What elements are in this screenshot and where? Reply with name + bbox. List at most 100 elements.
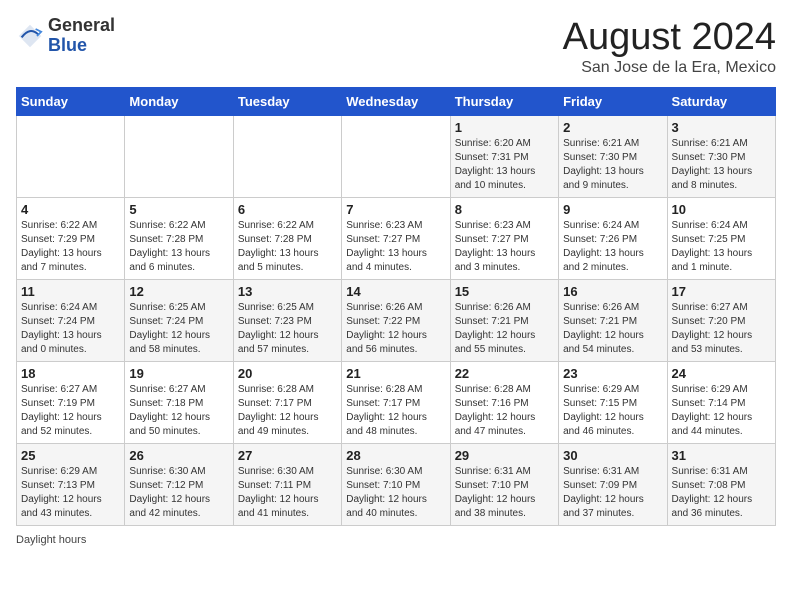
day-header-monday: Monday: [125, 88, 233, 116]
day-number: 25: [21, 448, 120, 463]
day-number: 27: [238, 448, 337, 463]
calendar-cell: 24Sunrise: 6:29 AM Sunset: 7:14 PM Dayli…: [667, 362, 775, 444]
calendar-cell: 5 Sunrise: 6:22 AM Sunset: 7:28 PM Daylig…: [125, 198, 233, 280]
day-number: 29: [455, 448, 554, 463]
calendar-cell: 30 Sunrise: 6:31 AM Sunset: 7:09 PM Dayli…: [559, 444, 667, 526]
title-area: August 2024 San Jose de la Era, Mexico: [563, 16, 776, 77]
day-number: 2: [563, 120, 662, 135]
calendar-cell: 31 Sunrise: 6:31 AM Sunset: 7:08 PM Dayli…: [667, 444, 775, 526]
day-info: Sunrise: 6:22 AM Sunset: 7:28 PM Dayligh…: [238, 219, 337, 275]
day-info: Sunrise: 6:25 AM Sunset: 7:24 PM Dayligh…: [129, 301, 228, 357]
day-info: Sunrise: 6:31 AM Sunset: 7:08 PM Dayligh…: [672, 465, 771, 521]
day-info: Sunrise: 6:24 AM Sunset: 7:25 PM Dayligh…: [672, 219, 771, 275]
day-info: Sunrise: 6:28 AM Sunset: 7:17 PM Dayligh…: [346, 383, 445, 439]
day-info: Sunrise: 6:26 AM Sunset: 7:21 PM Dayligh…: [455, 301, 554, 357]
day-number: 7: [346, 202, 445, 217]
calendar-cell: [342, 116, 450, 198]
calendar-cell: 28 Sunrise: 6:30 AM Sunset: 7:10 PM Dayli…: [342, 444, 450, 526]
calendar-cell: 13 Sunrise: 6:25 AM Sunset: 7:23 PM Dayli…: [233, 280, 341, 362]
day-number: 9: [563, 202, 662, 217]
day-header-friday: Friday: [559, 88, 667, 116]
logo: General Blue: [16, 16, 115, 56]
day-info: Sunrise: 6:30 AM Sunset: 7:12 PM Dayligh…: [129, 465, 228, 521]
calendar-cell: 6 Sunrise: 6:22 AM Sunset: 7:28 PM Daylig…: [233, 198, 341, 280]
calendar-cell: [125, 116, 233, 198]
calendar-cell: 12Sunrise: 6:25 AM Sunset: 7:24 PM Dayli…: [125, 280, 233, 362]
day-number: 13: [238, 284, 337, 299]
calendar-cell: 9 Sunrise: 6:24 AM Sunset: 7:26 PM Daylig…: [559, 198, 667, 280]
day-info: Sunrise: 6:26 AM Sunset: 7:21 PM Dayligh…: [563, 301, 662, 357]
calendar-cell: 14Sunrise: 6:26 AM Sunset: 7:22 PM Dayli…: [342, 280, 450, 362]
day-header-sunday: Sunday: [17, 88, 125, 116]
calendar-header-row: SundayMondayTuesdayWednesdayThursdayFrid…: [17, 88, 776, 116]
day-number: 1: [455, 120, 554, 135]
day-info: Sunrise: 6:22 AM Sunset: 7:28 PM Dayligh…: [129, 219, 228, 275]
day-number: 30: [563, 448, 662, 463]
calendar-cell: 18 Sunrise: 6:27 AM Sunset: 7:19 PM Dayli…: [17, 362, 125, 444]
legend-area: Daylight hours: [16, 534, 776, 546]
day-info: Sunrise: 6:29 AM Sunset: 7:15 PM Dayligh…: [563, 383, 662, 439]
day-info: Sunrise: 6:25 AM Sunset: 7:23 PM Dayligh…: [238, 301, 337, 357]
day-number: 20: [238, 366, 337, 381]
day-number: 11: [21, 284, 120, 299]
calendar-cell: 10 Sunrise: 6:24 AM Sunset: 7:25 PM Dayli…: [667, 198, 775, 280]
day-number: 26: [129, 448, 228, 463]
calendar-cell: 23 Sunrise: 6:29 AM Sunset: 7:15 PM Dayli…: [559, 362, 667, 444]
calendar-cell: 11 Sunrise: 6:24 AM Sunset: 7:24 PM Dayli…: [17, 280, 125, 362]
day-number: 14: [346, 284, 445, 299]
calendar-cell: 8Sunrise: 6:23 AM Sunset: 7:27 PM Daylig…: [450, 198, 558, 280]
day-info: Sunrise: 6:23 AM Sunset: 7:27 PM Dayligh…: [346, 219, 445, 275]
day-number: 23: [563, 366, 662, 381]
logo-icon: [16, 22, 44, 50]
day-info: Sunrise: 6:22 AM Sunset: 7:29 PM Dayligh…: [21, 219, 120, 275]
day-number: 22: [455, 366, 554, 381]
day-info: Sunrise: 6:27 AM Sunset: 7:20 PM Dayligh…: [672, 301, 771, 357]
header: General Blue August 2024 San Jose de la …: [16, 16, 776, 77]
logo-general: General: [48, 16, 115, 36]
day-number: 16: [563, 284, 662, 299]
day-info: Sunrise: 6:29 AM Sunset: 7:13 PM Dayligh…: [21, 465, 120, 521]
day-number: 10: [672, 202, 771, 217]
day-info: Sunrise: 6:24 AM Sunset: 7:26 PM Dayligh…: [563, 219, 662, 275]
day-number: 5: [129, 202, 228, 217]
day-header-tuesday: Tuesday: [233, 88, 341, 116]
calendar-cell: 7 Sunrise: 6:23 AM Sunset: 7:27 PM Daylig…: [342, 198, 450, 280]
calendar-cell: [17, 116, 125, 198]
logo-text: General Blue: [48, 16, 115, 56]
day-number: 15: [455, 284, 554, 299]
day-info: Sunrise: 6:28 AM Sunset: 7:16 PM Dayligh…: [455, 383, 554, 439]
day-number: 31: [672, 448, 771, 463]
day-info: Sunrise: 6:28 AM Sunset: 7:17 PM Dayligh…: [238, 383, 337, 439]
calendar-week-row: 4 Sunrise: 6:22 AM Sunset: 7:29 PM Daylig…: [17, 198, 776, 280]
day-info: Sunrise: 6:27 AM Sunset: 7:19 PM Dayligh…: [21, 383, 120, 439]
day-info: Sunrise: 6:20 AM Sunset: 7:31 PM Dayligh…: [455, 137, 554, 193]
location-title: San Jose de la Era, Mexico: [563, 59, 776, 77]
day-info: Sunrise: 6:21 AM Sunset: 7:30 PM Dayligh…: [563, 137, 662, 193]
day-number: 19: [129, 366, 228, 381]
calendar-cell: 22 Sunrise: 6:28 AM Sunset: 7:16 PM Dayli…: [450, 362, 558, 444]
calendar-cell: [233, 116, 341, 198]
day-header-thursday: Thursday: [450, 88, 558, 116]
day-header-wednesday: Wednesday: [342, 88, 450, 116]
day-info: Sunrise: 6:31 AM Sunset: 7:09 PM Dayligh…: [563, 465, 662, 521]
calendar-cell: 20 Sunrise: 6:28 AM Sunset: 7:17 PM Dayli…: [233, 362, 341, 444]
day-info: Sunrise: 6:23 AM Sunset: 7:27 PM Dayligh…: [455, 219, 554, 275]
day-number: 21: [346, 366, 445, 381]
day-info: Sunrise: 6:30 AM Sunset: 7:10 PM Dayligh…: [346, 465, 445, 521]
day-info: Sunrise: 6:24 AM Sunset: 7:24 PM Dayligh…: [21, 301, 120, 357]
calendar-table: SundayMondayTuesdayWednesdayThursdayFrid…: [16, 87, 776, 526]
calendar-cell: 19Sunrise: 6:27 AM Sunset: 7:18 PM Dayli…: [125, 362, 233, 444]
day-info: Sunrise: 6:21 AM Sunset: 7:30 PM Dayligh…: [672, 137, 771, 193]
day-header-saturday: Saturday: [667, 88, 775, 116]
calendar-cell: 21 Sunrise: 6:28 AM Sunset: 7:17 PM Dayli…: [342, 362, 450, 444]
day-info: Sunrise: 6:30 AM Sunset: 7:11 PM Dayligh…: [238, 465, 337, 521]
day-number: 3: [672, 120, 771, 135]
daylight-hours-label: Daylight hours: [16, 534, 86, 546]
calendar-cell: 26 Sunrise: 6:30 AM Sunset: 7:12 PM Dayli…: [125, 444, 233, 526]
day-number: 24: [672, 366, 771, 381]
calendar-cell: 16 Sunrise: 6:26 AM Sunset: 7:21 PM Dayli…: [559, 280, 667, 362]
day-number: 18: [21, 366, 120, 381]
day-number: 4: [21, 202, 120, 217]
day-number: 28: [346, 448, 445, 463]
day-number: 6: [238, 202, 337, 217]
